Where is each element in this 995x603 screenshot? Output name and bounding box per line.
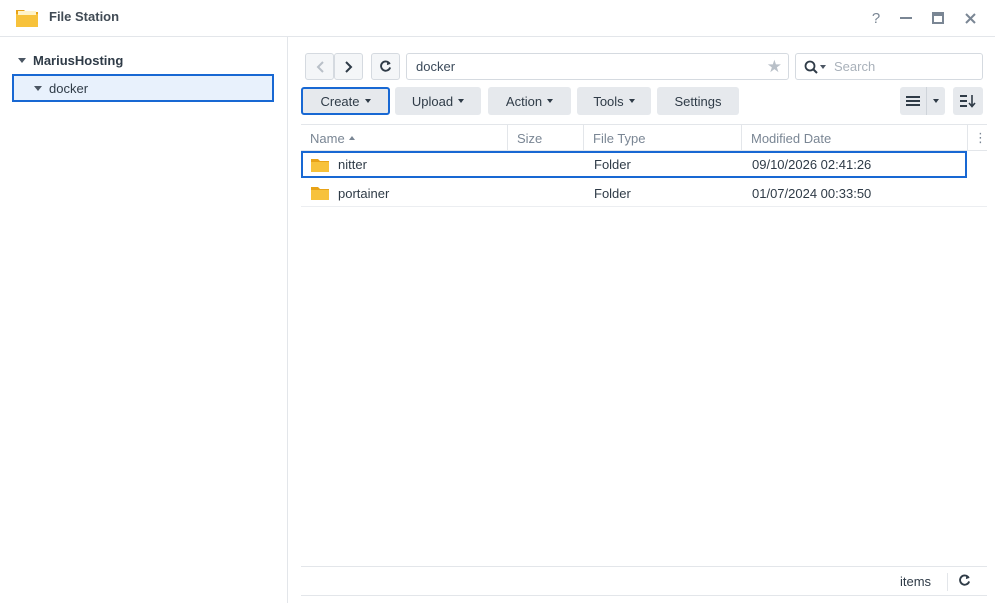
folder-icon: [311, 159, 329, 172]
upload-button-label: Upload: [411, 93, 454, 109]
modified-date: 01/07/2024 00:33:50: [752, 185, 872, 201]
chevron-left-icon: [316, 60, 324, 73]
title-bar: File Station ?: [0, 0, 995, 37]
column-header-label: Name: [310, 130, 345, 146]
items-count-label: items: [900, 574, 932, 589]
file-name: portainer: [338, 185, 390, 201]
sort-ascending-icon: [348, 136, 355, 140]
file-station-window: File Station ? MariusHosting docker dock…: [0, 0, 995, 603]
tools-button-label: Tools: [593, 93, 624, 109]
create-button[interactable]: Create: [301, 87, 390, 115]
favorite-star-icon[interactable]: ★: [767, 57, 782, 77]
upload-button[interactable]: Upload: [395, 87, 481, 115]
settings-button-label: Settings: [674, 93, 722, 109]
caret-down-icon[interactable]: [34, 85, 42, 91]
minimize-icon[interactable]: [895, 7, 917, 29]
file-station-app-icon: [16, 10, 38, 27]
view-mode-button[interactable]: [900, 87, 945, 115]
footer-bottom-divider: [301, 595, 987, 596]
help-icon[interactable]: ?: [865, 7, 887, 29]
caret-down-icon[interactable]: [18, 57, 26, 63]
file-type: Folder: [594, 185, 631, 201]
back-button[interactable]: [305, 53, 334, 80]
search-placeholder: Search: [834, 59, 876, 74]
chevron-right-icon: [344, 60, 352, 73]
action-button[interactable]: Action: [488, 87, 571, 115]
folder-icon: [311, 187, 329, 200]
search-options-caret-icon[interactable]: [820, 64, 826, 69]
sort-icon: [960, 95, 976, 108]
column-header-name[interactable]: Name: [301, 125, 508, 151]
dropdown-caret-icon: [364, 99, 371, 103]
column-header-label: Size: [517, 130, 543, 146]
action-button-label: Action: [505, 93, 543, 109]
search-input[interactable]: Search: [795, 53, 983, 80]
column-header-modified-date[interactable]: Modified Date: [742, 125, 968, 151]
dropdown-caret-icon: [547, 99, 554, 103]
view-mode-caret-icon: [933, 99, 939, 103]
list-view-icon: [906, 96, 920, 106]
sidebar-item-label: docker: [49, 80, 89, 96]
column-header-file-type[interactable]: File Type: [584, 125, 742, 151]
table-row[interactable]: nitter Folder 09/10/2026 02:41:26: [301, 151, 967, 178]
search-icon: [804, 60, 818, 74]
modified-date: 09/10/2026 02:41:26: [752, 157, 872, 172]
settings-button[interactable]: Settings: [657, 87, 739, 115]
table-row[interactable]: portainer Folder 01/07/2024 00:33:50: [301, 180, 987, 207]
dropdown-caret-icon: [458, 99, 465, 103]
path-text: docker: [416, 59, 456, 74]
create-button-label: Create: [320, 93, 360, 109]
close-icon[interactable]: [959, 7, 981, 29]
sort-button[interactable]: [953, 87, 983, 115]
app-title: File Station: [49, 9, 120, 24]
path-bar[interactable]: docker ★: [406, 53, 789, 80]
sidebar: MariusHosting docker: [0, 37, 288, 603]
column-header-label: Modified Date: [751, 130, 832, 146]
file-type: Folder: [594, 157, 631, 172]
tools-button[interactable]: Tools: [577, 87, 651, 115]
forward-button[interactable]: [334, 53, 363, 80]
refresh-button[interactable]: [371, 53, 400, 80]
column-options-icon[interactable]: ⋮: [968, 125, 987, 151]
maximize-icon[interactable]: [927, 7, 949, 29]
file-name: nitter: [338, 157, 367, 172]
footer-refresh-icon[interactable]: [958, 574, 971, 590]
main-panel: docker ★ Search Create Upload Action Too…: [289, 37, 995, 603]
column-header-size[interactable]: Size: [508, 125, 584, 151]
status-footer: items: [301, 566, 987, 598]
sidebar-root-label: MariusHosting: [33, 52, 124, 68]
refresh-icon: [380, 60, 392, 72]
dropdown-caret-icon: [628, 99, 635, 103]
column-header-label: File Type: [593, 130, 646, 146]
footer-divider: [947, 573, 948, 591]
sidebar-root-mariushosting[interactable]: MariusHosting: [18, 52, 123, 68]
sidebar-item-docker[interactable]: docker: [12, 74, 274, 102]
table-header: Name Size File Type Modified Date ⋮: [301, 124, 987, 151]
